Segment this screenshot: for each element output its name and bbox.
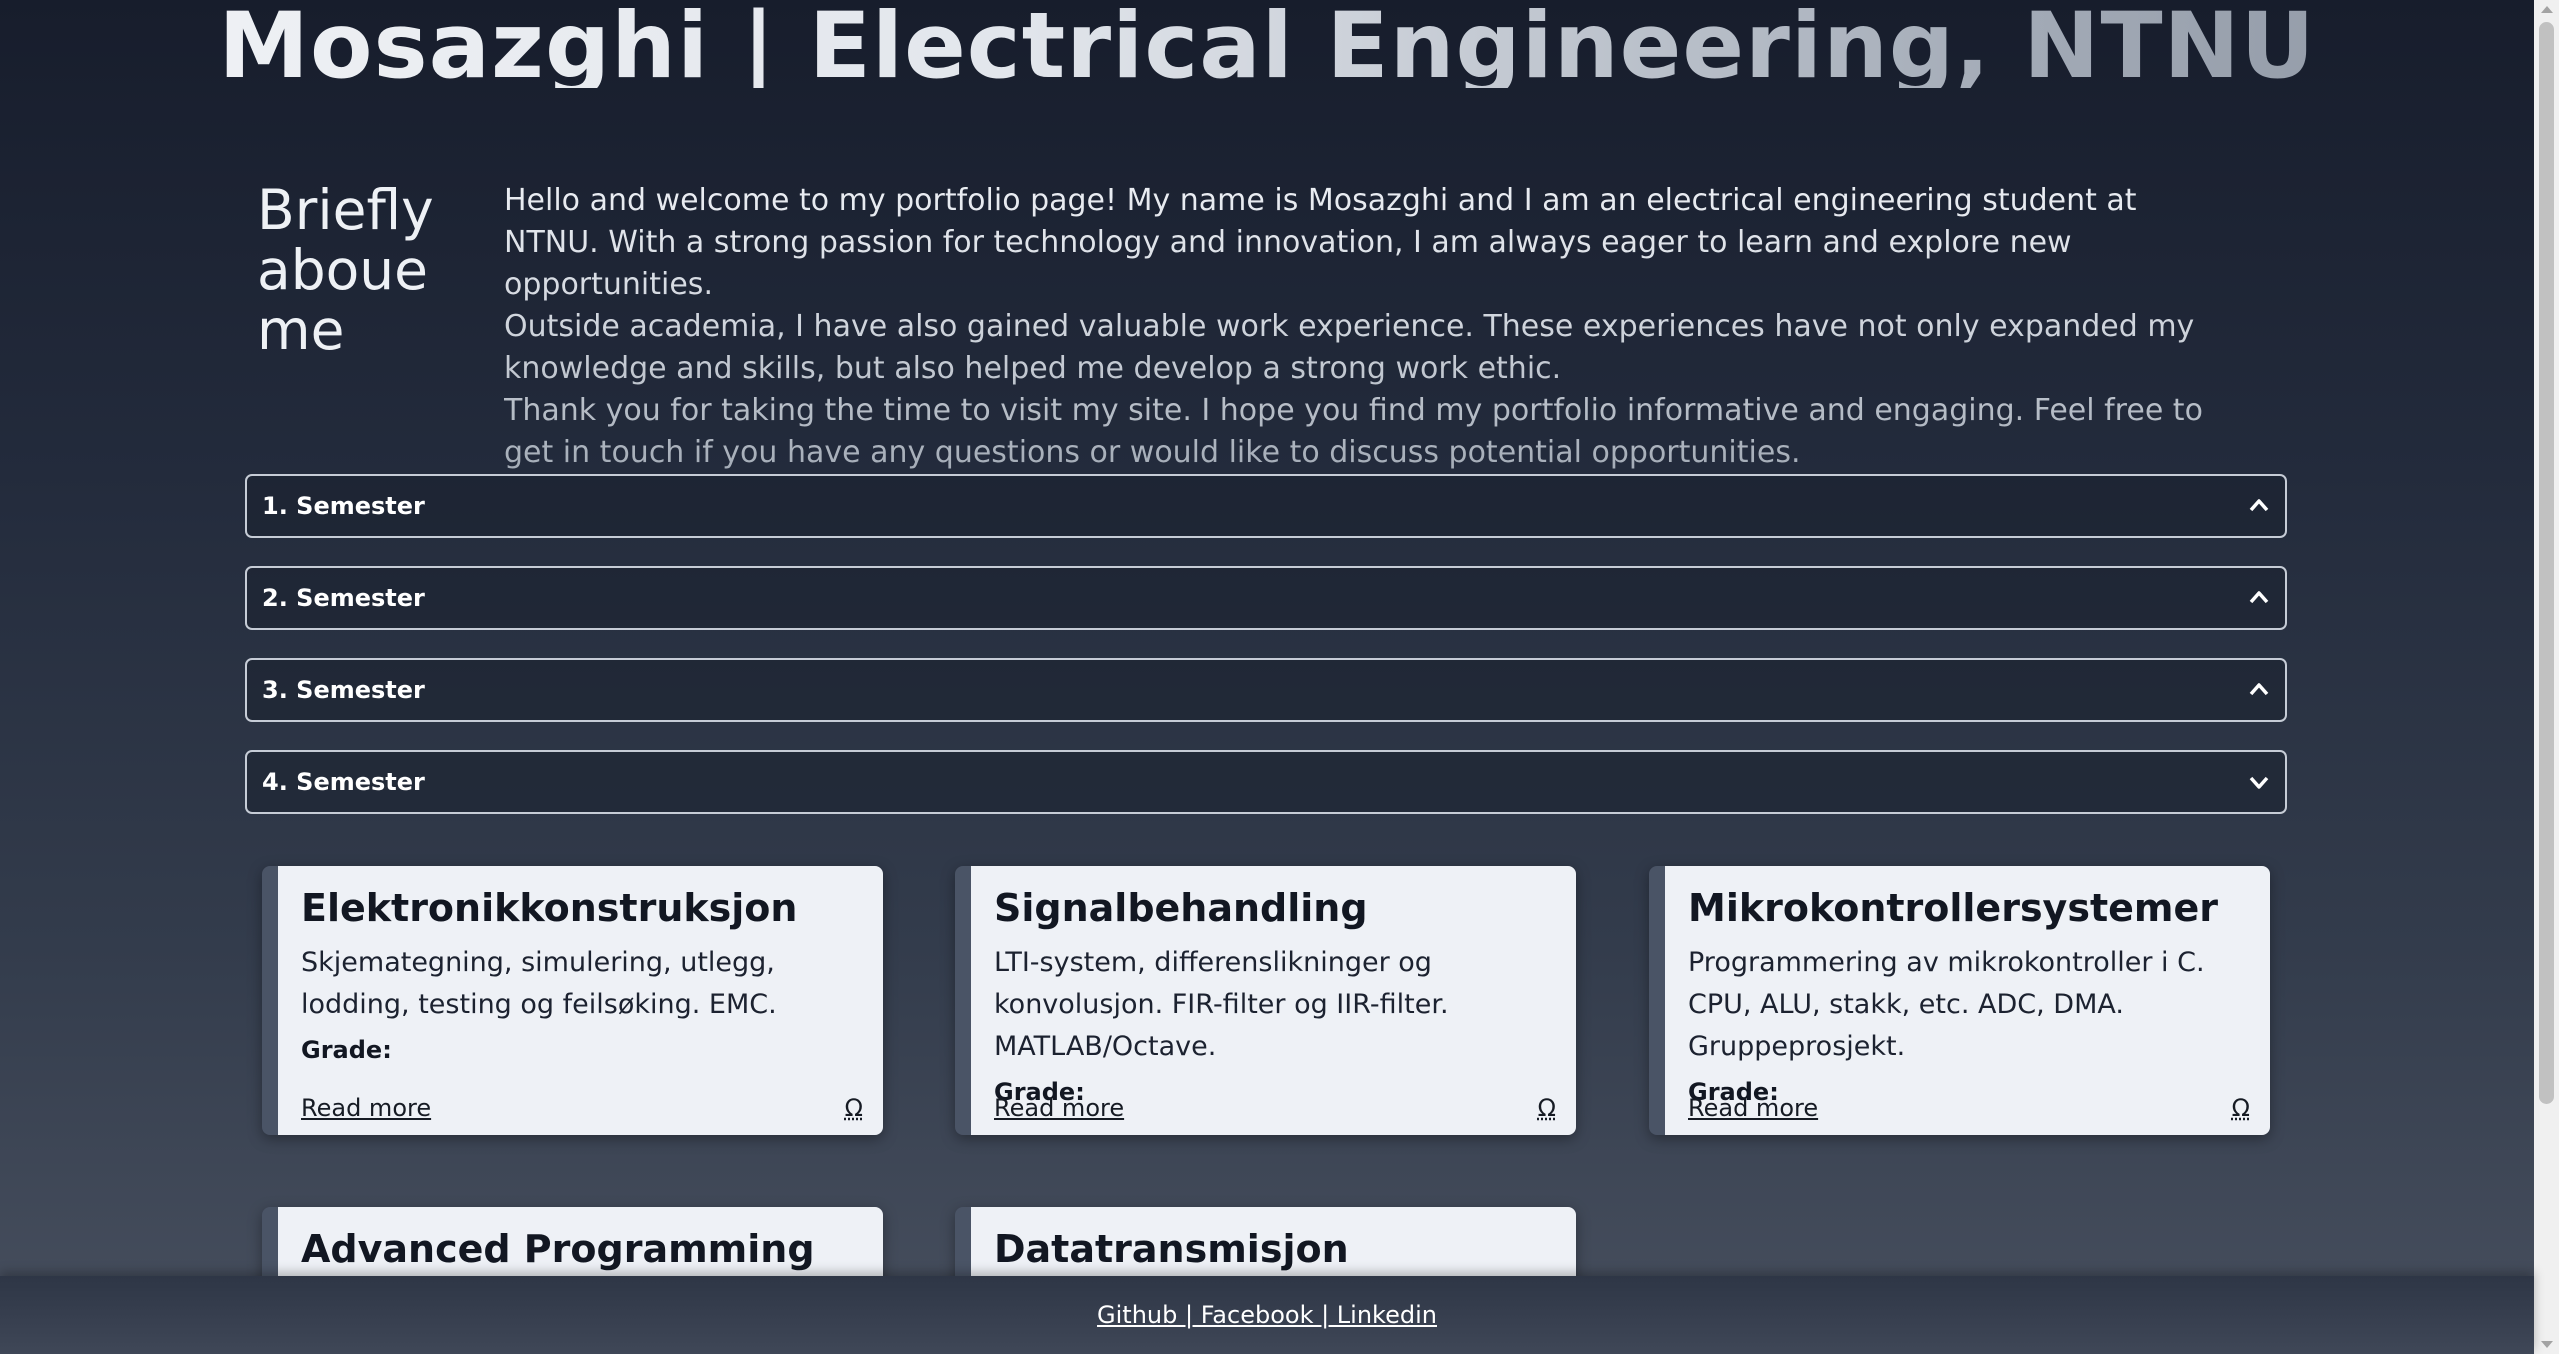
course-card: Mikrokontrollersystemer Programmering av… — [1649, 866, 2270, 1135]
course-description: Skjemategning, simulering, utlegg, loddi… — [301, 947, 777, 1020]
chevron-up-icon — [2249, 683, 2269, 696]
accordion-label: 1. Semester — [262, 492, 425, 520]
course-grade-label: Grade: — [301, 1036, 392, 1064]
course-card: Datatransmisjon — [955, 1207, 1576, 1287]
accordion-label: 2. Semester — [262, 584, 425, 612]
read-more-link[interactable]: Read more — [301, 1094, 431, 1122]
scroll-up-arrow-icon[interactable] — [2541, 6, 2553, 13]
about-paragraph: Outside academia, I have also gained val… — [504, 309, 2195, 386]
course-description: LTI-system, differenslikninger og konvol… — [994, 947, 1449, 1062]
page-title: Mosazghi | Electrical Engineering, NTNU — [0, 0, 2534, 88]
semester-1-accordion[interactable]: 1. Semester — [245, 474, 2287, 538]
page-scrollbar[interactable] — [2534, 0, 2559, 1354]
about-paragraph: Hello and welcome to my portfolio page! … — [504, 183, 2137, 302]
omega-icon[interactable]: Ω — [1538, 1094, 1556, 1122]
course-title: Datatransmisjon — [994, 1227, 1349, 1271]
about-paragraph: Thank you for taking the time to visit m… — [504, 393, 2203, 470]
semester-3-accordion[interactable]: 3. Semester — [245, 658, 2287, 722]
about-text: Hello and welcome to my portfolio page! … — [504, 180, 2234, 474]
course-card: Elektronikkonstruksjon Skjemategning, si… — [262, 866, 883, 1135]
semester-4-accordion[interactable]: 4. Semester — [245, 750, 2287, 814]
omega-icon[interactable]: Ω — [2232, 1094, 2250, 1122]
course-card: Advanced Programming — [262, 1207, 883, 1287]
read-more-link[interactable]: Read more — [994, 1094, 1124, 1122]
chevron-down-icon — [2249, 776, 2269, 789]
course-card: Signalbehandling LTI-system, differensli… — [955, 866, 1576, 1135]
scroll-down-arrow-icon[interactable] — [2541, 1341, 2553, 1348]
course-title: Mikrokontrollersystemer — [1688, 886, 2218, 930]
social-links[interactable]: Github | Facebook | Linkedin — [1097, 1301, 1437, 1329]
chevron-up-icon — [2249, 591, 2269, 604]
course-description: Programmering av mikrokontroller i C. CP… — [1688, 947, 2205, 1062]
omega-icon[interactable]: Ω — [845, 1094, 863, 1122]
accordion-label: 3. Semester — [262, 676, 425, 704]
course-title: Signalbehandling — [994, 886, 1368, 930]
course-title: Advanced Programming — [301, 1227, 815, 1271]
course-title: Elektronikkonstruksjon — [301, 886, 798, 930]
accordion-label: 4. Semester — [262, 768, 425, 796]
scroll-thumb[interactable] — [2539, 22, 2554, 1104]
chevron-up-icon — [2249, 499, 2269, 512]
page-footer: Github | Facebook | Linkedin — [0, 1276, 2534, 1354]
about-heading: Briefly aboue me — [257, 178, 434, 362]
read-more-link[interactable]: Read more — [1688, 1094, 1818, 1122]
semester-2-accordion[interactable]: 2. Semester — [245, 566, 2287, 630]
